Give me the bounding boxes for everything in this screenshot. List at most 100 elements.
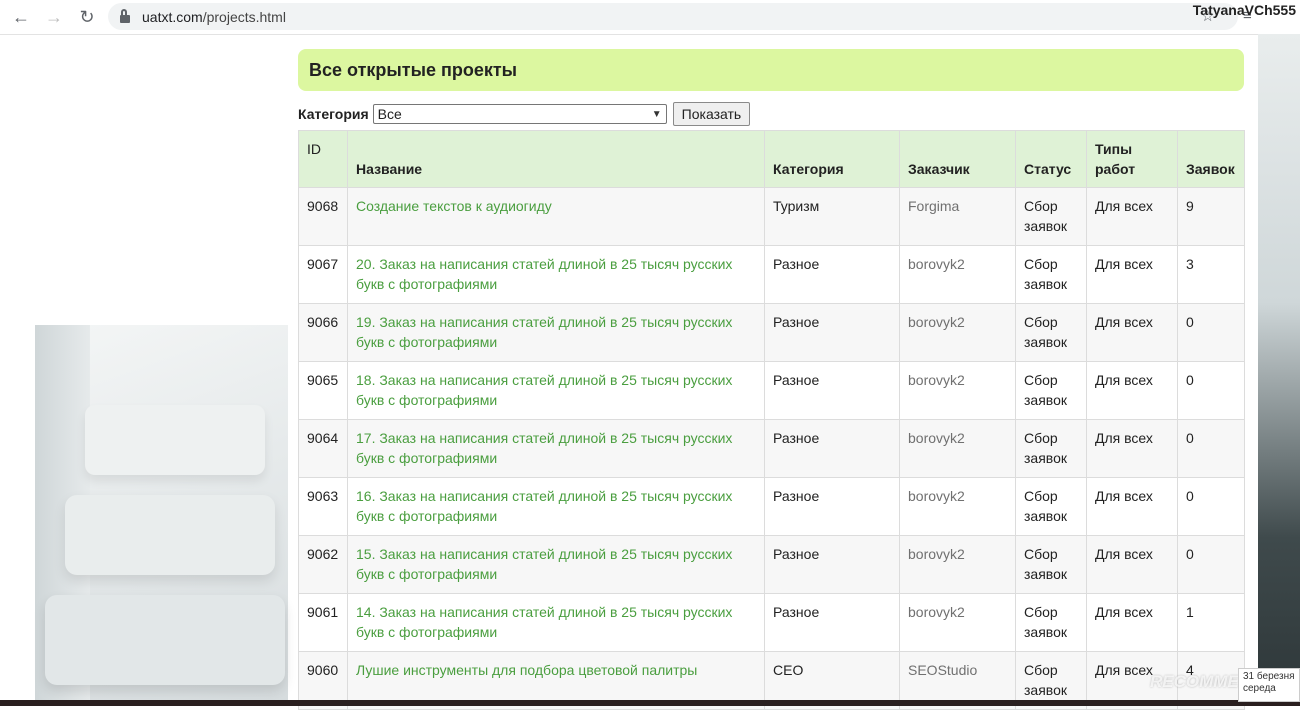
project-link[interactable]: Создание текстов к аудиогиду — [356, 198, 552, 214]
cell-status: Сбор заявок — [1015, 361, 1087, 420]
cell-name: 17. Заказ на написания статей длиной в 2… — [347, 419, 765, 478]
project-link[interactable]: 16. Заказ на написания статей длиной в 2… — [356, 488, 732, 524]
column-header-work-types[interactable]: Типы работ — [1086, 130, 1178, 188]
column-header-id[interactable]: ID — [298, 130, 348, 188]
back-arrow-icon[interactable]: ← — [9, 6, 33, 28]
row-work-types: Для всех — [1095, 256, 1153, 272]
cell-id: 9063 — [298, 477, 348, 536]
cell-name: 16. Заказ на написания статей длиной в 2… — [347, 477, 765, 536]
cell-status: Сбор заявок — [1015, 535, 1087, 594]
row-work-types: Для всех — [1095, 546, 1153, 562]
cell-id: 9061 — [298, 593, 348, 652]
column-header-category[interactable]: Категория — [764, 130, 900, 188]
address-bar[interactable]: uatxt.com/projects.html — [108, 3, 1238, 30]
cell-category: Разное — [764, 535, 900, 594]
cell-category: Туризм — [764, 187, 900, 246]
table-row: 9062 15. Заказ на написания статей длиной… — [298, 535, 1245, 594]
table-row: 9067 20. Заказ на написания статей длиной… — [298, 245, 1245, 304]
row-bids: 0 — [1186, 372, 1194, 388]
watermark-username: TatyanaVCh555 — [1192, 2, 1296, 18]
row-status: Сбор заявок — [1024, 372, 1067, 408]
cell-client: borovyk2 — [899, 593, 1016, 652]
taskbar-edge — [0, 700, 1300, 706]
row-id: 9066 — [307, 314, 339, 330]
row-work-types: Для всех — [1095, 430, 1153, 446]
row-status: Сбор заявок — [1024, 604, 1067, 640]
table-row: 9063 16. Заказ на написания статей длиной… — [298, 477, 1245, 536]
cell-bids: 3 — [1177, 245, 1245, 304]
project-link[interactable]: 19. Заказ на написания статей длиной в 2… — [356, 314, 732, 350]
project-link[interactable]: Лушие инструменты для подбора цветовой п… — [356, 662, 697, 678]
category-select[interactable]: Все ▼ — [372, 104, 667, 124]
row-category: Туризм — [773, 198, 820, 214]
date-line-1: 31 березня — [1243, 671, 1295, 682]
page-title: Все открытые проекты — [298, 49, 1244, 91]
table-row: 9061 14. Заказ на написания статей длиной… — [298, 593, 1245, 652]
project-link[interactable]: 20. Заказ на написания статей длиной в 2… — [356, 256, 732, 292]
lock-icon[interactable] — [120, 8, 130, 23]
cell-bids: 0 — [1177, 535, 1245, 594]
row-id: 9063 — [307, 488, 339, 504]
client-link[interactable]: borovyk2 — [908, 314, 965, 330]
column-header-client[interactable]: Заказчик — [899, 130, 1016, 188]
row-status: Сбор заявок — [1024, 198, 1067, 234]
row-work-types: Для всех — [1095, 372, 1153, 388]
project-link[interactable]: 15. Заказ на написания статей длиной в 2… — [356, 546, 732, 582]
cell-id: 9068 — [298, 187, 348, 246]
row-category: Разное — [773, 256, 820, 272]
cell-id: 9066 — [298, 303, 348, 362]
cell-client: borovyk2 — [899, 303, 1016, 362]
cell-client: borovyk2 — [899, 477, 1016, 536]
cell-types: Для всех — [1086, 245, 1178, 304]
category-label: Категория — [298, 106, 369, 122]
column-header-name[interactable]: Название — [347, 130, 765, 188]
cell-status: Сбор заявок — [1015, 303, 1087, 362]
cell-id: 9064 — [298, 419, 348, 478]
forward-arrow-icon[interactable]: → — [42, 6, 66, 28]
cell-types: Для всех — [1086, 419, 1178, 478]
row-status: Сбор заявок — [1024, 546, 1067, 582]
show-button[interactable]: Показать — [672, 102, 751, 126]
client-link[interactable]: SEOStudio — [908, 662, 977, 678]
row-id: 9064 — [307, 430, 339, 446]
row-bids: 3 — [1186, 256, 1194, 272]
client-link[interactable]: Forgima — [908, 198, 959, 214]
project-link[interactable]: 18. Заказ на написания статей длиной в 2… — [356, 372, 732, 408]
client-link[interactable]: borovyk2 — [908, 604, 965, 620]
cell-client: borovyk2 — [899, 245, 1016, 304]
cell-name: 15. Заказ на написания статей длиной в 2… — [347, 535, 765, 594]
row-category: Разное — [773, 372, 820, 388]
project-link[interactable]: 17. Заказ на написания статей длиной в 2… — [356, 430, 732, 466]
client-link[interactable]: borovyk2 — [908, 372, 965, 388]
client-link[interactable]: borovyk2 — [908, 546, 965, 562]
projects-table: ID Название Категория Заказчик Статус Ти… — [298, 130, 1245, 710]
row-category: Разное — [773, 314, 820, 330]
project-link[interactable]: 14. Заказ на написания статей длиной в 2… — [356, 604, 732, 640]
reload-icon[interactable]: ↻ — [75, 6, 99, 28]
cell-category: Разное — [764, 245, 900, 304]
cell-status: Сбор заявок — [1015, 593, 1087, 652]
column-header-bids[interactable]: Заявок — [1177, 130, 1245, 188]
chevron-down-icon: ▼ — [651, 108, 662, 120]
taskbar-date: 31 березня середа — [1238, 668, 1300, 702]
cell-types: Для всех — [1086, 593, 1178, 652]
client-link[interactable]: borovyk2 — [908, 488, 965, 504]
date-line-2: середа — [1243, 683, 1276, 694]
url-host: uatxt.com — [142, 8, 203, 25]
category-filter: Категория Все ▼ Показать — [298, 101, 1244, 127]
cell-category: Разное — [764, 361, 900, 420]
cell-client: borovyk2 — [899, 535, 1016, 594]
row-status: Сбор заявок — [1024, 488, 1067, 524]
client-link[interactable]: borovyk2 — [908, 256, 965, 272]
row-id: 9062 — [307, 546, 339, 562]
table-row: 9068 Создание текстов к аудиогиду Туризм Fo… — [298, 187, 1245, 246]
row-work-types: Для всех — [1095, 604, 1153, 620]
row-category: Разное — [773, 430, 820, 446]
table-row: 9065 18. Заказ на написания статей длиной… — [298, 361, 1245, 420]
cell-name: 18. Заказ на написания статей длиной в 2… — [347, 361, 765, 420]
column-header-status[interactable]: Статус — [1015, 130, 1087, 188]
row-id: 9060 — [307, 662, 339, 678]
url-text[interactable]: uatxt.com/projects.html — [142, 9, 286, 25]
cell-bids: 1 — [1177, 593, 1245, 652]
client-link[interactable]: borovyk2 — [908, 430, 965, 446]
